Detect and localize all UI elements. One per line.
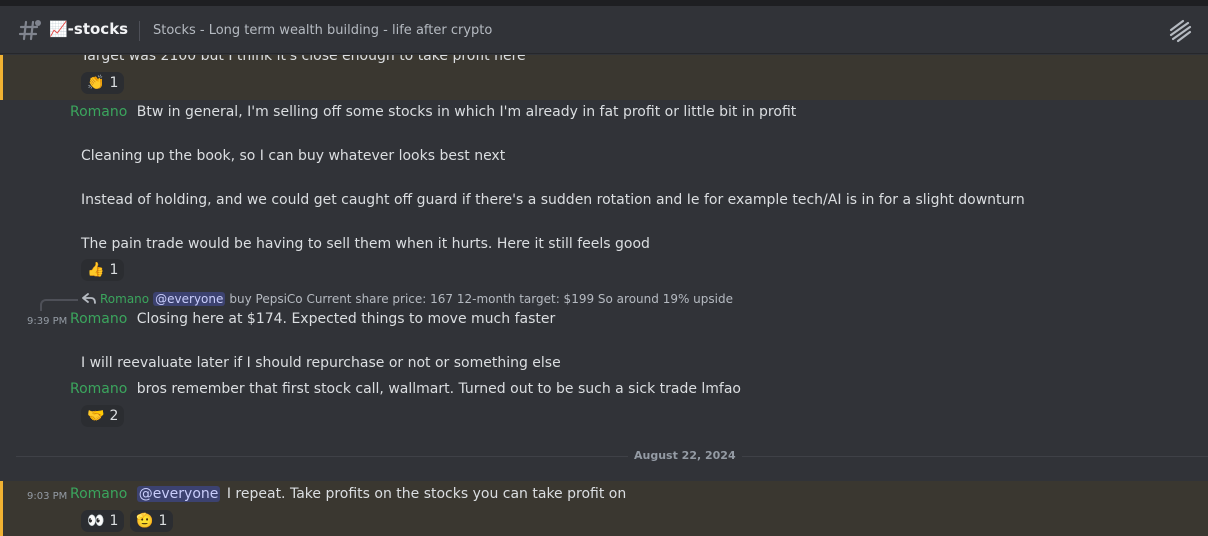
channel-name[interactable]: 📈-stocks — [49, 20, 128, 38]
date-divider-label: August 22, 2024 — [628, 449, 742, 462]
reaction-count: 1 — [109, 513, 119, 529]
message-line: Romano @everyone I repeat. Take profits … — [70, 486, 626, 502]
reaction-button[interactable]: 👍 1 — [81, 259, 125, 281]
reply-mention[interactable]: @everyone — [153, 292, 226, 306]
reaction-button[interactable]: 🫡 1 — [130, 510, 174, 532]
message-text: I will reevaluate later if I should repu… — [81, 355, 561, 371]
reply-spine — [40, 299, 78, 311]
reply-author[interactable]: Romano — [100, 292, 149, 306]
reaction-count: 2 — [109, 408, 119, 424]
message-text: The pain trade would be having to sell t… — [81, 236, 650, 252]
author-name[interactable]: Romano — [70, 486, 127, 502]
eyes-emoji-icon: 👀 — [87, 513, 105, 529]
header-divider — [139, 21, 140, 41]
handshake-emoji-icon: 🤝 — [87, 408, 105, 424]
message-text: bros remember that first stock call, wal… — [136, 381, 741, 397]
everyone-mention[interactable]: @everyone — [136, 486, 221, 502]
reply-arrow-icon — [82, 293, 96, 304]
message-text: Closing here at $174. Expected things to… — [136, 311, 556, 327]
reaction-count: 1 — [158, 513, 168, 529]
salute-emoji-icon: 🫡 — [136, 513, 154, 529]
reaction-button[interactable]: 👀 1 — [81, 510, 125, 532]
channel-topic[interactable]: Stocks - Long term wealth building - lif… — [153, 23, 492, 38]
channel-header: 📈-stocks Stocks - Long term wealth build… — [0, 6, 1208, 54]
message-text: I repeat. Take profits on the stocks you… — [226, 486, 627, 502]
reply-text: buy PepsiCo Current share price: 167 12-… — [229, 292, 733, 306]
message-text: Target was 2100 but I think it's close e… — [81, 55, 526, 64]
message-timestamp[interactable]: 9:39 PM — [27, 316, 67, 327]
clap-emoji-icon: 👏 — [87, 75, 105, 91]
author-name[interactable]: Romano — [70, 311, 127, 327]
reaction-count: 1 — [109, 262, 119, 278]
text-channel-icon — [18, 20, 41, 41]
thumbs-up-emoji-icon: 👍 — [87, 262, 105, 278]
date-divider — [16, 456, 1208, 457]
message-text: Instead of holding, and we could get cau… — [81, 192, 1025, 208]
message-text: Cleaning up the book, so I can buy whate… — [81, 148, 506, 164]
author-name[interactable]: Romano — [70, 381, 127, 397]
message-line: Romano bros remember that first stock ca… — [70, 381, 741, 397]
message-timestamp[interactable]: 9:03 PM — [27, 491, 67, 502]
message-list[interactable]: Target was 2100 but I think it's close e… — [0, 55, 1208, 536]
author-name[interactable]: Romano — [70, 104, 127, 120]
reaction-button[interactable]: 👏 1 — [81, 72, 125, 94]
threads-icon[interactable] — [1167, 18, 1193, 44]
reaction-button[interactable]: 🤝 2 — [81, 405, 125, 427]
message-line: Romano Closing here at $174. Expected th… — [70, 311, 555, 327]
reaction-count: 1 — [109, 75, 119, 91]
message-text: Btw in general, I'm selling off some sto… — [136, 104, 797, 120]
channel-name-label: 📈-stocks — [49, 20, 129, 38]
message-line: Romano Btw in general, I'm selling off s… — [70, 104, 796, 120]
reply-preview[interactable]: Romano @everyone buy PepsiCo Current sha… — [82, 292, 733, 306]
